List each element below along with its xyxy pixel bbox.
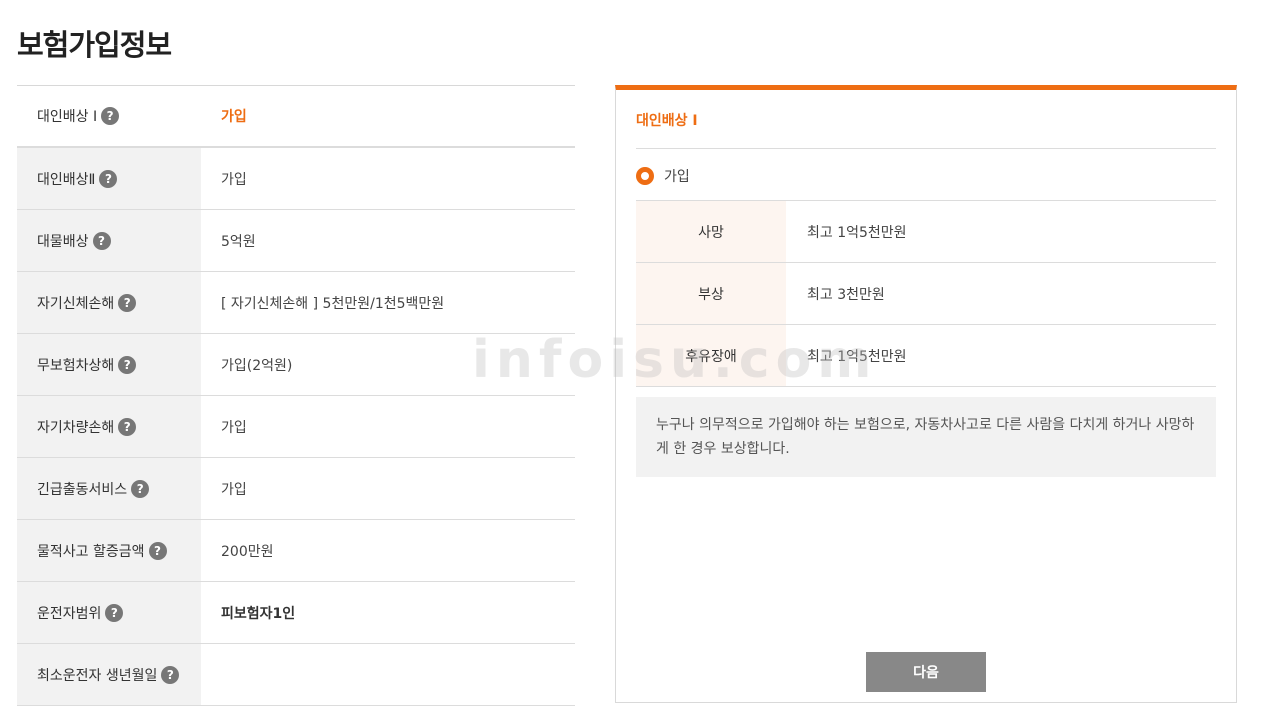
divider <box>636 148 1216 149</box>
radio-selected-icon[interactable] <box>636 167 654 185</box>
help-icon[interactable]: ? <box>118 355 137 374</box>
row-label: 자기차량손해 ? <box>17 396 201 457</box>
help-icon[interactable]: ? <box>161 665 180 684</box>
benefit-value: 최고 1억5천만원 <box>807 224 907 241</box>
row-value: 가입 <box>201 148 575 209</box>
coverage-table: 대인배상 Ⅰ ? 가입 대인배상Ⅱ ? 가입 대물배상 ? 5억원 자기신체손해… <box>17 85 575 706</box>
row-label: 대물배상 ? <box>17 210 201 271</box>
row-label-text: 대물배상 <box>37 233 89 250</box>
row-label-text: 대인배상Ⅱ <box>37 171 96 188</box>
row-value: 가입 <box>201 86 575 146</box>
help-icon[interactable]: ? <box>92 231 111 250</box>
row-label: 긴급출동서비스 ? <box>17 458 201 519</box>
help-icon[interactable]: ? <box>118 417 137 436</box>
row-label: 대인배상Ⅱ ? <box>17 148 201 209</box>
row-value: 피보험자1인 <box>201 582 575 643</box>
row-value: 가입(2억원) <box>201 334 575 395</box>
row-value: [ 자기신체손해 ] 5천만원/1천5백만원 <box>201 272 575 333</box>
table-row: 자기신체손해 ? [ 자기신체손해 ] 5천만원/1천5백만원 <box>17 272 575 334</box>
help-icon[interactable]: ? <box>131 479 150 498</box>
row-label-text: 대인배상 Ⅰ <box>37 109 98 125</box>
help-icon[interactable]: ? <box>148 541 167 560</box>
row-label-text: 자기차량손해 <box>37 419 115 436</box>
table-row: 최소운전자 생년월일 ? <box>17 644 575 706</box>
table-row: 자기차량손해 ? 가입 <box>17 396 575 458</box>
help-icon[interactable]: ? <box>99 169 118 188</box>
coverage-description: 누구나 의무적으로 가입해야 하는 보험으로, 자동차사고로 다른 사람을 다치… <box>636 397 1216 477</box>
row-value <box>201 644 575 705</box>
row-label-text: 자기신체손해 <box>37 295 115 312</box>
radio-label: 가입 <box>664 169 690 185</box>
row-label: 최소운전자 생년월일 ? <box>17 644 201 705</box>
row-label-text: 운전자범위 <box>37 605 102 622</box>
table-row: 무보험차상해 ? 가입(2억원) <box>17 334 575 396</box>
next-button[interactable]: 다음 <box>866 652 986 692</box>
enroll-radio-option[interactable]: 가입 <box>636 166 690 186</box>
row-label: 운전자범위 ? <box>17 582 201 643</box>
benefit-label: 부상 <box>636 263 786 324</box>
panel-title: 대인배상 Ⅰ <box>636 113 698 129</box>
row-label-text: 긴급출동서비스 <box>37 481 128 498</box>
row-label-text: 물적사고 할증금액 <box>37 543 145 560</box>
page-title: 보험가입정보 <box>17 28 172 62</box>
help-icon[interactable]: ? <box>101 107 120 125</box>
table-row: 대인배상Ⅱ ? 가입 <box>17 148 575 210</box>
benefit-value: 최고 1억5천만원 <box>807 348 907 365</box>
table-row: 긴급출동서비스 ? 가입 <box>17 458 575 520</box>
table-row: 물적사고 할증금액 ? 200만원 <box>17 520 575 582</box>
help-icon[interactable]: ? <box>105 603 124 622</box>
row-label-text: 최소운전자 생년월일 <box>37 667 158 684</box>
help-icon[interactable]: ? <box>118 293 137 312</box>
table-row: 대인배상 Ⅰ ? 가입 <box>17 86 575 148</box>
table-row: 후유장애 최고 1억5천만원 <box>636 325 1216 387</box>
row-label: 대인배상 Ⅰ ? <box>17 86 201 146</box>
row-label: 무보험차상해 ? <box>17 334 201 395</box>
row-label-text: 무보험차상해 <box>37 357 115 374</box>
row-value: 200만원 <box>201 520 575 581</box>
benefit-value: 최고 3천만원 <box>807 286 885 303</box>
row-label: 물적사고 할증금액 ? <box>17 520 201 581</box>
table-row: 대물배상 ? 5억원 <box>17 210 575 272</box>
table-row: 사망 최고 1억5천만원 <box>636 201 1216 263</box>
table-row: 부상 최고 3천만원 <box>636 263 1216 325</box>
row-label: 자기신체손해 ? <box>17 272 201 333</box>
table-row: 운전자범위 ? 피보험자1인 <box>17 582 575 644</box>
coverage-detail-panel: 대인배상 Ⅰ 가입 사망 최고 1억5천만원 부상 최고 3천만원 후유장애 최… <box>615 85 1237 703</box>
row-value: 가입 <box>201 458 575 519</box>
row-value: 가입 <box>201 396 575 457</box>
row-value: 5억원 <box>201 210 575 271</box>
benefit-label: 사망 <box>636 201 786 262</box>
benefit-table: 사망 최고 1억5천만원 부상 최고 3천만원 후유장애 최고 1억5천만원 <box>636 200 1216 387</box>
benefit-label: 후유장애 <box>636 325 786 386</box>
